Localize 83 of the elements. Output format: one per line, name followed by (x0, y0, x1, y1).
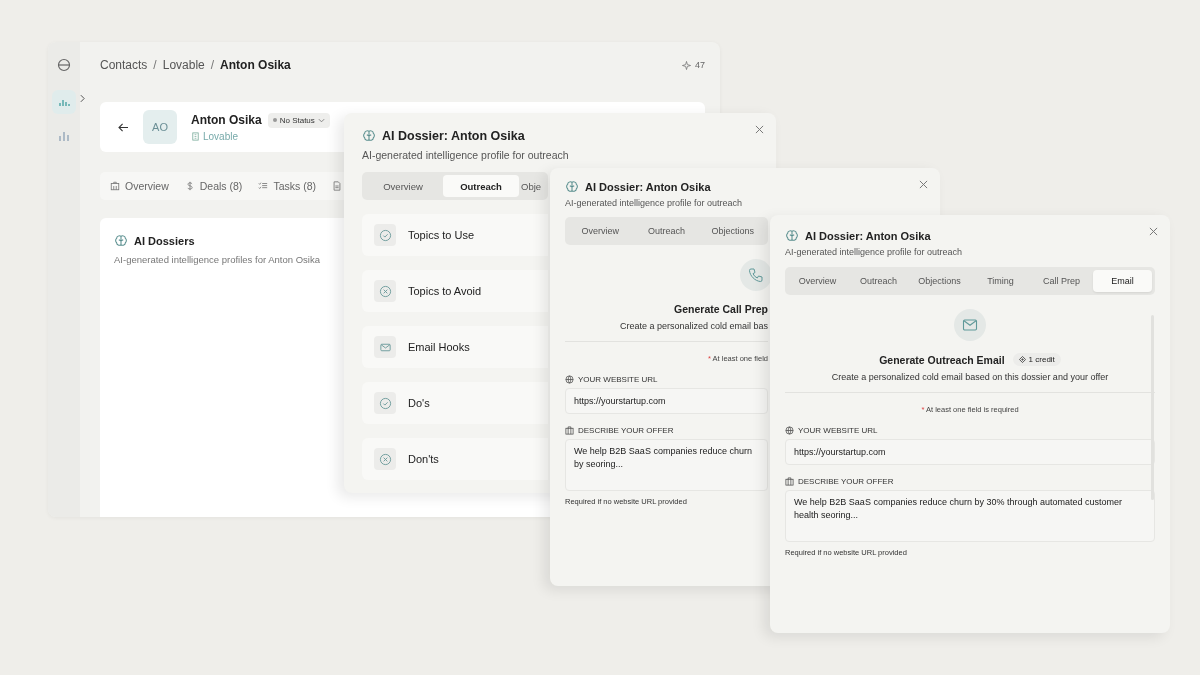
section-card[interactable]: Email Hooks (362, 326, 548, 368)
tab[interactable]: Overview (365, 175, 441, 197)
mail-icon (962, 317, 978, 333)
close-icon[interactable] (919, 180, 928, 189)
card-subtitle: AI-generated intelligence profiles for Anton Osika (114, 254, 321, 265)
dialog-title: AI Dossier: Anton Osika (805, 230, 931, 242)
section-title: Do's (408, 397, 430, 409)
tab[interactable]: Overview (125, 180, 169, 192)
url-input[interactable]: https://yourstartup.com (785, 439, 1155, 465)
field-label: DESCRIBE YOUR OFFER (798, 477, 894, 486)
credit-badge: 1 credit (1012, 353, 1061, 366)
x-circle-icon (378, 452, 392, 466)
tab[interactable]: Call Prep (1032, 270, 1091, 292)
tab[interactable]: Outreach (634, 220, 699, 242)
card-title: AI Dossiers (134, 235, 195, 247)
close-icon[interactable] (755, 125, 764, 134)
contact-name: Anton Osika (191, 113, 262, 127)
section-title: Email Hooks (408, 341, 470, 353)
brain-icon (785, 229, 799, 243)
tab[interactable]: Overview (568, 220, 633, 242)
section-card[interactable]: Don'ts (362, 438, 548, 480)
tab[interactable]: Objections (700, 220, 765, 242)
list-icon (258, 181, 269, 191)
breadcrumb-separator: / (210, 58, 215, 72)
field-label: DESCRIBE YOUR OFFER (578, 426, 674, 435)
dialog-subtitle: AI-generated intelligence profile for outreach (565, 198, 744, 208)
breadcrumb-separator: / (153, 58, 157, 72)
building-icon (110, 181, 120, 191)
dialog-title: AI Dossier: Anton Osika (382, 129, 525, 143)
building-icon (191, 131, 200, 141)
url-input[interactable]: https://yourstartup.com (565, 388, 768, 414)
section-title: Topics to Avoid (408, 285, 482, 297)
section-card[interactable]: Topics to Avoid (362, 270, 548, 312)
section-heading: Generate Call Prep (674, 303, 768, 315)
document-icon (331, 181, 342, 191)
section-description: Create a personalized cold email bas (619, 321, 768, 331)
dialog-subtitle: AI-generated intelligence profile for outreach (362, 149, 570, 161)
section-heading: Generate Outreach Email (879, 353, 1005, 366)
dialog-title: AI Dossier: Anton Osika (585, 181, 711, 193)
dollar-icon (184, 181, 195, 191)
avatar: AO (143, 110, 177, 144)
brain-icon (114, 234, 128, 248)
tab[interactable]: Outreach (849, 270, 908, 292)
tab[interactable]: Objections (910, 270, 969, 292)
section-card[interactable]: Topics to Use (362, 214, 548, 256)
section-card[interactable]: Do's (362, 382, 548, 424)
back-arrow-icon[interactable] (118, 122, 129, 132)
breadcrumb-link[interactable]: Contacts (100, 58, 148, 72)
tab[interactable]: Timing (971, 270, 1030, 292)
field-label: YOUR WEBSITE URL (578, 375, 658, 384)
check-circle-icon (378, 228, 392, 242)
credit-count: 47 (695, 60, 705, 70)
section-title: Don'ts (408, 453, 439, 465)
globe-icon (565, 375, 574, 384)
logo-icon (57, 58, 71, 72)
tab[interactable]: Overview (788, 270, 847, 292)
tab[interactable]: Obje (521, 175, 545, 197)
offer-textarea[interactable]: We help B2B SaaS companies reduce churn by 30% through automated customer health seoring... (785, 490, 1155, 542)
section-title: Topics to Use (408, 229, 475, 241)
field-label: YOUR WEBSITE URL (798, 426, 878, 435)
tab[interactable]: Outreach (443, 175, 519, 197)
briefcase-icon (785, 477, 794, 486)
brain-icon (565, 180, 579, 194)
dialog-subtitle: AI-generated intelligence profile for outreach (785, 247, 964, 257)
globe-icon (785, 426, 794, 435)
diamond-icon (1018, 356, 1026, 363)
x-circle-icon (378, 284, 392, 298)
status-dropdown[interactable]: No Status (267, 112, 330, 128)
chevron-right-icon[interactable] (80, 94, 85, 103)
chevron-down-icon (317, 117, 325, 123)
section-description: Create a personalized cold email based on this dossier and your offer (831, 372, 1109, 382)
sparkle-icon (682, 60, 691, 70)
offer-textarea[interactable]: We help B2B SaaS companies reduce churn by seoring... (565, 439, 768, 491)
tab[interactable]: Email (1093, 270, 1152, 292)
phone-icon (748, 267, 764, 283)
tab[interactable]: Tasks (8) (273, 180, 316, 192)
check-circle-icon (378, 396, 392, 410)
briefcase-icon (565, 426, 574, 435)
close-icon[interactable] (1149, 227, 1158, 236)
brain-icon (362, 129, 376, 143)
tab[interactable]: Deals (8) (199, 180, 243, 192)
bar-chart-icon (58, 130, 70, 142)
breadcrumb-link[interactable]: Lovable (162, 58, 205, 72)
